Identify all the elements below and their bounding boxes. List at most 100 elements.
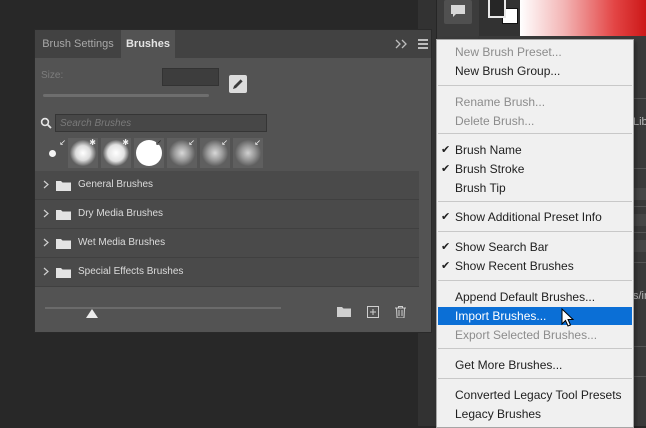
size-field[interactable] [162, 68, 219, 86]
menu-item-show-search-bar[interactable]: ✔ Show Search Bar [438, 238, 632, 256]
menu-item-legacy-brushes[interactable]: Legacy Brushes [438, 405, 632, 423]
chevron-right-icon[interactable] [43, 180, 49, 189]
foreground-color-swatch[interactable] [488, 0, 506, 18]
mouse-pointer-icon [561, 307, 575, 331]
arrow-icon: ↙ [221, 138, 228, 147]
menu-separator [438, 280, 632, 281]
menu-item-brush-name[interactable]: ✔ Brush Name [438, 141, 632, 159]
menu-item-new-brush-group[interactable]: New Brush Group... [438, 62, 632, 80]
menu-item-label: Converted Legacy Tool Presets [455, 388, 622, 402]
menu-item-label: New Brush Group... [455, 64, 561, 78]
menu-item-get-more-brushes[interactable]: Get More Brushes... [438, 356, 632, 374]
divider [632, 262, 646, 263]
brush-group-label: Special Effects Brushes [78, 266, 184, 277]
menu-separator [438, 85, 632, 86]
menu-item-label: Export Selected Brushes... [455, 328, 598, 342]
recent-brush[interactable]: ✱ [101, 138, 131, 168]
recent-brush[interactable]: ↙ [200, 138, 230, 168]
libraries-fragment: Libr [633, 116, 646, 128]
star-arrow-icon: ✱ [89, 138, 96, 147]
recent-brush[interactable]: ↙ [167, 138, 197, 168]
arrow-icon: ↙ [155, 138, 162, 147]
menu-item-show-additional-preset-info[interactable]: ✔ Show Additional Preset Info [438, 208, 632, 226]
menu-item-label: Show Search Bar [455, 240, 549, 254]
menu-separator [438, 231, 632, 232]
list-scrollbar[interactable] [419, 171, 431, 287]
divider [632, 232, 646, 233]
panel-menu-icon[interactable] [418, 39, 430, 49]
preview-size-thumb[interactable] [86, 309, 99, 318]
field[interactable] [632, 214, 646, 226]
brush-group[interactable]: General Brushes [35, 171, 419, 200]
menu-separator [438, 378, 632, 379]
brush-group[interactable]: Dry Media Brushes [35, 200, 419, 229]
recent-brush[interactable]: ↙ [233, 138, 263, 168]
panel-tab-bar: Brush Settings Brushes [35, 30, 431, 58]
folder-icon [56, 268, 71, 278]
brush-group[interactable]: Wet Media Brushes [35, 229, 419, 258]
menu-separator [438, 201, 632, 202]
brushes-flyout-menu: New Brush Preset... New Brush Group... Ren… [436, 39, 634, 428]
folder-icon [56, 239, 71, 249]
brush-group[interactable]: Special Effects Brushes [35, 258, 419, 287]
recent-brush[interactable]: ↙ [37, 138, 67, 168]
menu-item-label: Get More Brushes... [455, 358, 563, 372]
chevron-right-icon[interactable] [43, 238, 49, 247]
menu-item-label: Brush Name [455, 143, 522, 157]
panel-footer [35, 298, 431, 332]
menu-item-label: Import Brushes... [455, 309, 547, 323]
trash-icon[interactable] [395, 306, 406, 318]
path-fragment: s/in [633, 290, 646, 302]
brush-group-label: Wet Media Brushes [78, 237, 166, 248]
brush-group-label: Dry Media Brushes [78, 208, 164, 219]
tab-brush-settings[interactable]: Brush Settings [35, 30, 121, 58]
checkmark-icon: ✔ [441, 144, 451, 156]
menu-item-label: Append Default Brushes... [455, 290, 596, 304]
folder-icon [56, 181, 71, 191]
folder-icon [56, 210, 71, 220]
menu-item-label: Brush Tip [455, 181, 506, 195]
size-slider[interactable] [43, 94, 209, 97]
arrow-icon: ↙ [254, 138, 261, 147]
chevron-right-icon[interactable] [43, 209, 49, 218]
menu-separator [438, 133, 632, 134]
arrow-icon: ↙ [188, 138, 195, 147]
color-picker-field[interactable] [520, 0, 646, 36]
field[interactable] [632, 188, 646, 200]
menu-item-brush-stroke[interactable]: ✔ Brush Stroke [438, 160, 632, 178]
star-arrow-icon: ✱ [122, 138, 129, 147]
menu-item-label: Delete Brush... [455, 114, 535, 128]
menu-item-show-recent-brushes[interactable]: ✔ Show Recent Brushes [438, 257, 632, 275]
divider [632, 376, 646, 377]
divider [632, 206, 646, 207]
menu-item-label: Rename Brush... [455, 95, 546, 109]
recent-brush[interactable]: ✱ [68, 138, 98, 168]
search-brushes-input[interactable] [55, 114, 267, 132]
menu-item-label: Brush Stroke [455, 162, 525, 176]
folder-icon[interactable] [337, 306, 351, 317]
speech-bubble-icon [451, 5, 465, 17]
brush-pressure-icon[interactable] [229, 75, 247, 93]
preview-size-slider[interactable] [45, 307, 281, 309]
recent-brush[interactable]: ↙ [134, 138, 164, 168]
comments-button[interactable] [444, 0, 472, 24]
brush-group-list: General Brushes Dry Media Brushes Wet Me… [35, 171, 419, 287]
menu-item-import-brushes[interactable]: Import Brushes... [438, 307, 632, 325]
add-icon[interactable] [367, 306, 379, 318]
brushes-panel: Brush Settings Brushes Size: ↙ ✱ ✱ [34, 29, 432, 333]
chevron-right-icon[interactable] [43, 267, 49, 276]
menu-item-append-default-brushes[interactable]: Append Default Brushes... [438, 288, 632, 306]
menu-item-brush-tip[interactable]: Brush Tip [438, 179, 632, 197]
menu-item-converted-legacy-tool-presets[interactable]: Converted Legacy Tool Presets [438, 386, 632, 404]
menu-item-delete-brush: Delete Brush... [438, 112, 632, 130]
field[interactable] [632, 240, 646, 252]
checkmark-icon: ✔ [441, 163, 451, 175]
collapse-panel-icon[interactable] [395, 39, 409, 49]
arrow-icon: ↙ [59, 138, 66, 147]
tab-brushes[interactable]: Brushes [121, 30, 175, 58]
recent-brushes-row: ↙ ✱ ✱ ↙ ↙ ↙ ↙ [35, 136, 431, 170]
menu-separator [438, 348, 632, 349]
checkmark-icon: ✔ [441, 241, 451, 253]
menu-item-label: Legacy Brushes [455, 407, 542, 421]
menu-item-export-selected-brushes: Export Selected Brushes... [438, 326, 632, 344]
